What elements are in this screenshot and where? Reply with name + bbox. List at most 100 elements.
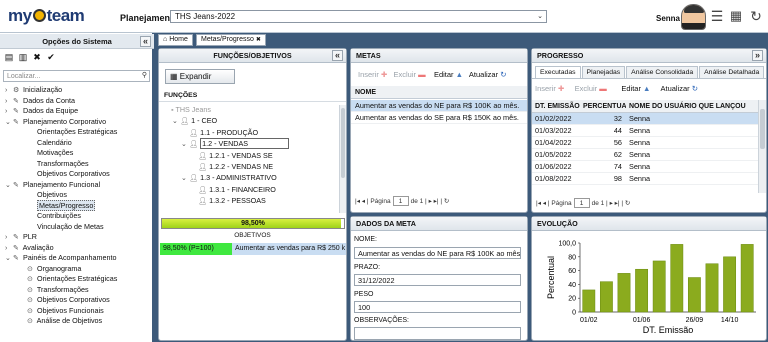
- bar[interactable]: [652, 260, 666, 313]
- refresh-icon[interactable]: ↻: [625, 200, 630, 207]
- last-page-icon[interactable]: ▸|: [434, 198, 439, 205]
- sidebar-item[interactable]: › ✎ PLR: [0, 232, 154, 243]
- tab-planejadas[interactable]: Planejadas: [581, 66, 626, 78]
- sidebar-item[interactable]: Orientações Estratégicas: [0, 127, 154, 138]
- bar[interactable]: [670, 244, 684, 313]
- function-node[interactable]: 👤︎ 1.3.2 - PESSOAS: [163, 196, 338, 207]
- meta-row[interactable]: Aumentar as vendas do NE para R$ 100K ao…: [351, 100, 527, 112]
- collapse-funcoes-button[interactable]: «: [332, 50, 343, 61]
- refresh-icon[interactable]: ↻: [748, 9, 764, 24]
- sidebar-item[interactable]: ⊙ Objetivos Funcionais: [0, 306, 154, 317]
- first-page-icon[interactable]: |◂: [355, 198, 360, 205]
- check-icon[interactable]: ✔: [46, 52, 56, 62]
- table-row[interactable]: 01/04/2022 56 Senna: [532, 137, 758, 149]
- expander-icon[interactable]: ⌄: [172, 117, 180, 128]
- insert-button[interactable]: Inserir ✚: [358, 70, 387, 79]
- sidebar-item[interactable]: › ⚙ Inicialização: [0, 85, 154, 96]
- function-node[interactable]: ⌄ 👤︎ 1 - CEO: [163, 116, 338, 127]
- bar[interactable]: [723, 256, 737, 313]
- sidebar-item[interactable]: Vinculação de Metas: [0, 222, 154, 233]
- planning-select[interactable]: THS Jeans-2022 ⌄: [170, 10, 547, 23]
- peso-field[interactable]: 100: [354, 301, 521, 313]
- funcoes-scrollbar[interactable]: [339, 105, 346, 213]
- refresh-icon[interactable]: ↻: [444, 198, 449, 205]
- close-icon[interactable]: ✖: [32, 52, 42, 62]
- table-row[interactable]: 01/06/2022 74 Senna: [532, 161, 758, 173]
- column-header[interactable]: PERCENTUAL: [580, 100, 626, 112]
- search-input[interactable]: Localizar... ⚲: [3, 70, 150, 82]
- sidebar-item[interactable]: Objetivos Corporativos: [0, 169, 154, 180]
- edit-button[interactable]: Editar ▲: [621, 84, 650, 93]
- film-icon[interactable]: ▦: [728, 9, 744, 24]
- delete-button[interactable]: Excluir ▬: [575, 84, 607, 93]
- sidebar-item[interactable]: › ✎ Dados da Equipe: [0, 106, 154, 117]
- expander-icon[interactable]: ⌄: [181, 174, 189, 185]
- tab-anlisedetalhada[interactable]: Análise Detalhada: [699, 66, 765, 78]
- sidebar-item[interactable]: ⊙ Organograma: [0, 264, 154, 275]
- sidebar-item[interactable]: Transformações: [0, 159, 154, 170]
- bar[interactable]: [635, 268, 649, 313]
- sidebar-item[interactable]: ⊙ Orientações Estratégicas: [0, 274, 154, 285]
- function-node[interactable]: ⌄ 👤︎ 1.2 - VENDAS: [163, 138, 338, 151]
- edit-button[interactable]: Editar ▲: [434, 70, 463, 79]
- expander-icon[interactable]: ⌄: [181, 140, 189, 151]
- tab-anliseconsolidada[interactable]: Análise Consolidada: [626, 66, 699, 78]
- sidebar-item[interactable]: › ✎ Avaliação: [0, 243, 154, 254]
- page-input[interactable]: 1: [573, 198, 590, 208]
- table-row[interactable]: 01/02/2022 32 Senna: [532, 113, 758, 125]
- tab-executadas[interactable]: Executadas: [535, 66, 581, 78]
- sidebar-item[interactable]: Calendário: [0, 138, 154, 149]
- page-input[interactable]: 1: [392, 196, 409, 206]
- bar[interactable]: [599, 281, 613, 313]
- function-node[interactable]: 👤︎ 1.3.1 - FINANCEIRO: [163, 185, 338, 196]
- prev-page-icon[interactable]: ◂: [543, 200, 546, 207]
- sidebar-item[interactable]: ⊙ Transformações: [0, 285, 154, 296]
- bar[interactable]: [617, 273, 631, 313]
- last-page-icon[interactable]: ▸|: [615, 200, 620, 207]
- hamburger-icon[interactable]: ☰: [709, 9, 725, 24]
- progresso-scrollbar[interactable]: [758, 100, 766, 193]
- column-header[interactable]: NOME DO USUÁRIO QUE LANÇOU: [626, 100, 758, 112]
- close-tab-icon[interactable]: ✖: [256, 37, 261, 43]
- table-row[interactable]: 01/05/2022 62 Senna: [532, 149, 758, 161]
- bar[interactable]: [582, 289, 596, 313]
- sidebar-item[interactable]: Contribuições: [0, 211, 154, 222]
- sidebar-item[interactable]: ⊙ Objetivos Corporativos: [0, 295, 154, 306]
- objective-status[interactable]: 98,50% (P=100): [160, 243, 232, 255]
- bar[interactable]: [740, 244, 754, 313]
- table-row[interactable]: 01/08/2022 98 Senna: [532, 173, 758, 185]
- table-row[interactable]: 01/03/2022 44 Senna: [532, 125, 758, 137]
- sidebar-item[interactable]: Objetivos: [0, 190, 154, 201]
- sidebar-item[interactable]: Motivações: [0, 148, 154, 159]
- sidebar-item[interactable]: ⌄ ✎ Planejamento Corporativo: [0, 117, 154, 128]
- prev-page-icon[interactable]: ◂: [362, 198, 365, 205]
- column-header[interactable]: DT. EMISSÃO: [532, 100, 580, 112]
- collapse-left-button[interactable]: «: [140, 36, 151, 47]
- next-page-icon[interactable]: ▸: [429, 198, 432, 205]
- update-button[interactable]: Atualizar ↻: [661, 84, 699, 93]
- tab-home[interactable]: ⌂ Home: [158, 34, 193, 46]
- function-node[interactable]: ⌄ 👤︎ 1.3 - ADMINISTRATIVO: [163, 173, 338, 184]
- sidebar-item[interactable]: Metas/Progresso: [0, 199, 154, 212]
- function-node[interactable]: ▪ THS Jeans: [163, 105, 338, 116]
- meta-row[interactable]: Aumentar as vendas do SE para R$ 150K ao…: [351, 112, 527, 124]
- expand-button[interactable]: ▦ Expandir: [165, 69, 235, 84]
- bar[interactable]: [705, 263, 719, 313]
- observacoes-field[interactable]: [354, 327, 521, 340]
- bar[interactable]: [687, 277, 701, 313]
- objective-text[interactable]: Aumentar as vendas para R$ 250 k: [232, 243, 346, 255]
- expand-all-icon[interactable]: ▤: [4, 52, 14, 62]
- avatar[interactable]: [681, 4, 706, 30]
- function-node[interactable]: 👤︎ 1.2.2 - VENDAS NE: [163, 162, 338, 173]
- sidebar-item[interactable]: ⌄ ✎ Painéis de Acompanhamento: [0, 253, 154, 264]
- next-page-icon[interactable]: ▸: [610, 200, 613, 207]
- insert-button[interactable]: Inserir ✚: [535, 84, 564, 93]
- sidebar-item[interactable]: ⊙ Análise de Objetivos: [0, 316, 154, 327]
- expand-progresso-button[interactable]: »: [752, 50, 763, 61]
- update-button[interactable]: Atualizar ↻: [469, 70, 507, 79]
- search-icon[interactable]: ⚲: [142, 71, 147, 80]
- delete-button[interactable]: Excluir ▬: [394, 70, 426, 79]
- function-node[interactable]: 👤︎ 1.2.1 - VENDAS SE: [163, 151, 338, 162]
- sidebar-item[interactable]: ⌄ ✎ Planejamento Funcional: [0, 180, 154, 191]
- tab-metas-progresso[interactable]: Metas/Progresso ✖: [196, 34, 266, 46]
